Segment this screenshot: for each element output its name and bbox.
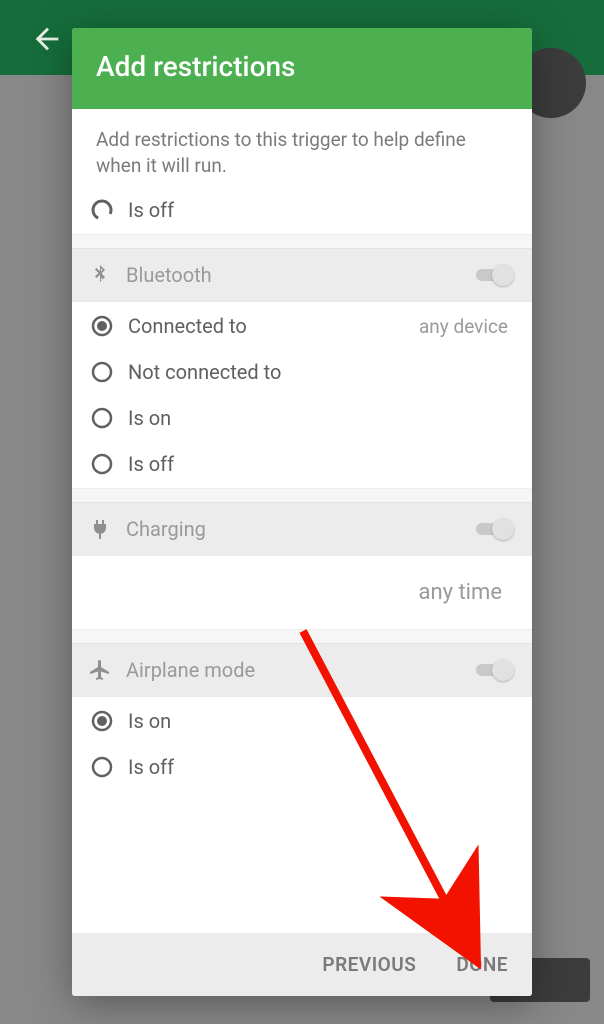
- section-header-bluetooth[interactable]: Bluetooth: [72, 248, 532, 302]
- section-header-airplane[interactable]: Airplane mode: [72, 643, 532, 697]
- charging-note: any time: [72, 556, 532, 629]
- option-note: any device: [419, 315, 516, 338]
- radio-unchecked-icon: [90, 406, 114, 430]
- airplane-icon: [88, 658, 112, 682]
- section-gap: [72, 629, 532, 643]
- radio-option-airplane-is-on[interactable]: Is on: [72, 697, 532, 745]
- radio-unchecked-icon: [90, 360, 114, 384]
- add-restrictions-dialog: Add restrictions Add restrictions to thi…: [72, 28, 532, 996]
- radio-option-connected-to[interactable]: Connected to any device: [72, 302, 532, 350]
- done-button[interactable]: DONE: [456, 953, 508, 976]
- dialog-body: Add restrictions to this trigger to help…: [72, 109, 532, 933]
- option-label: Is off: [128, 198, 516, 222]
- plug-icon: [88, 517, 112, 541]
- option-label: Is off: [128, 452, 516, 476]
- section-gap: [72, 234, 532, 248]
- toggle-switch[interactable]: [476, 264, 516, 286]
- radio-option-is-on[interactable]: Is on: [72, 396, 532, 442]
- radio-option-is-off-partial[interactable]: Is off: [72, 186, 532, 234]
- radio-unchecked-icon: [90, 198, 114, 222]
- option-label: Is on: [128, 406, 516, 430]
- radio-checked-icon: [90, 709, 114, 733]
- option-label: Connected to: [128, 314, 405, 338]
- radio-option-not-connected-to[interactable]: Not connected to: [72, 350, 532, 396]
- section-gap: [72, 488, 532, 502]
- section-title: Charging: [126, 517, 462, 541]
- back-arrow-icon: [30, 22, 64, 60]
- dialog-title: Add restrictions: [72, 28, 532, 109]
- section-title: Airplane mode: [126, 658, 462, 682]
- radio-checked-icon: [90, 314, 114, 338]
- section-title: Bluetooth: [126, 263, 462, 287]
- dialog-actions: PREVIOUS DONE: [72, 933, 532, 996]
- toggle-switch[interactable]: [476, 518, 516, 540]
- previous-button[interactable]: PREVIOUS: [322, 953, 416, 976]
- radio-unchecked-icon: [90, 755, 114, 779]
- radio-option-is-off[interactable]: Is off: [72, 442, 532, 488]
- option-label: Is off: [128, 755, 516, 779]
- option-label: Is on: [128, 709, 516, 733]
- toggle-switch[interactable]: [476, 659, 516, 681]
- radio-option-airplane-is-off[interactable]: Is off: [72, 745, 532, 791]
- dialog-intro: Add restrictions to this trigger to help…: [72, 109, 532, 186]
- section-header-charging[interactable]: Charging: [72, 502, 532, 556]
- bluetooth-icon: [88, 263, 112, 287]
- radio-unchecked-icon: [90, 452, 114, 476]
- option-label: Not connected to: [128, 360, 516, 384]
